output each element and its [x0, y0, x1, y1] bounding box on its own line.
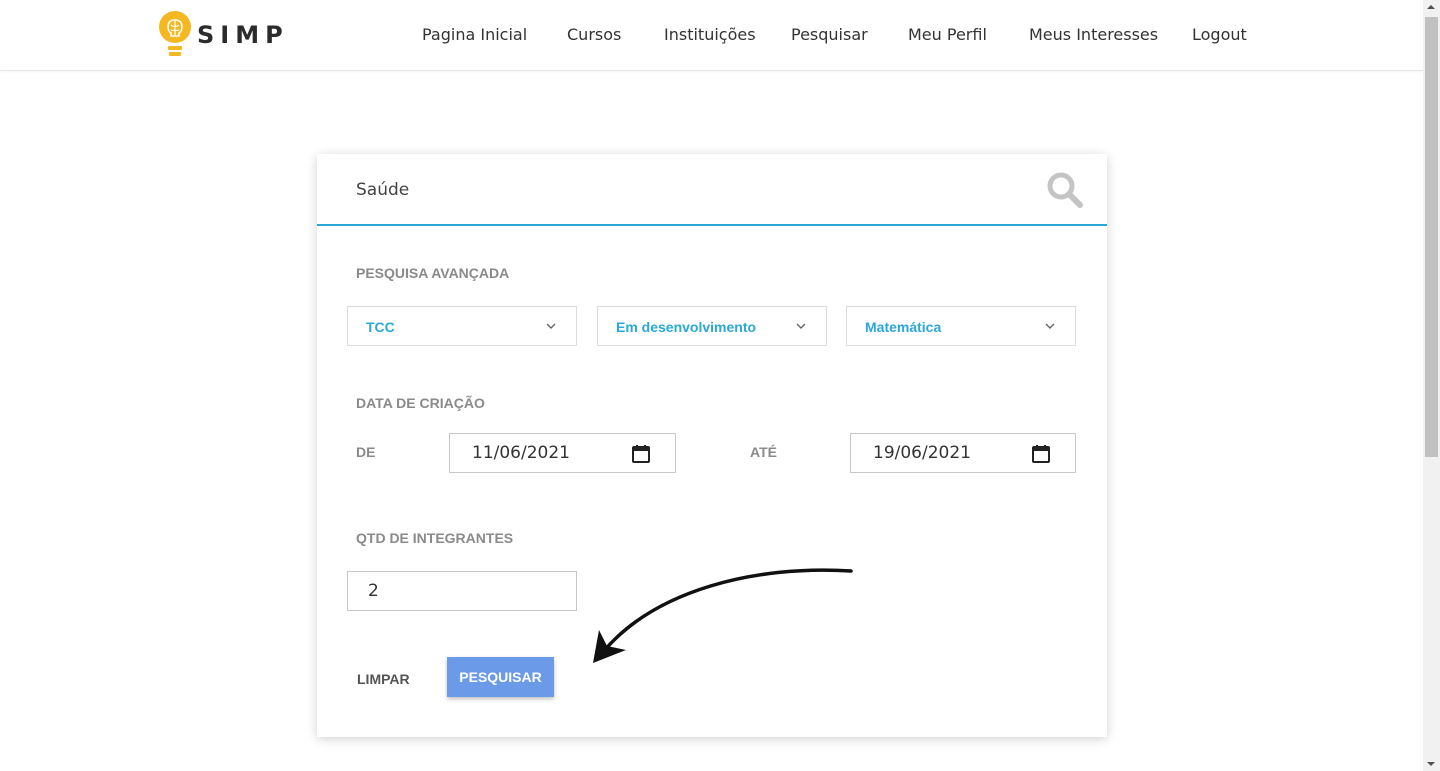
scroll-thumb[interactable]	[1425, 17, 1438, 457]
date-from-value: 11/06/2021	[472, 443, 570, 463]
search-icon[interactable]	[1045, 170, 1085, 210]
nav-pagina-inicial[interactable]: Pagina Inicial	[422, 25, 527, 44]
nav-logout[interactable]: Logout	[1192, 25, 1247, 44]
type-select-value: TCC	[366, 319, 395, 335]
date-to-value: 19/06/2021	[873, 443, 971, 463]
members-value: 2	[368, 581, 379, 601]
annotation-arrow-icon	[593, 568, 853, 663]
top-header: SIMP Pagina Inicial Cursos Instituições …	[0, 0, 1423, 71]
logo-text: SIMP	[197, 21, 289, 49]
status-select[interactable]: Em desenvolvimento	[597, 306, 827, 346]
nav-meu-perfil[interactable]: Meu Perfil	[908, 25, 987, 44]
chevron-down-icon	[796, 323, 806, 329]
page-scrollbar[interactable]	[1423, 0, 1440, 771]
search-button[interactable]: PESQUISAR	[447, 657, 554, 697]
date-from-input[interactable]: 11/06/2021	[449, 433, 676, 473]
calendar-icon[interactable]	[631, 444, 651, 464]
scroll-down-arrow-icon[interactable]	[1427, 762, 1435, 766]
type-select[interactable]: TCC	[347, 306, 577, 346]
nav-instituicoes[interactable]: Instituições	[664, 25, 756, 44]
calendar-icon[interactable]	[1031, 444, 1051, 464]
nav-meus-interesses[interactable]: Meus Interesses	[1029, 25, 1158, 44]
members-title: QTD DE INTEGRANTES	[356, 530, 514, 546]
lightbulb-brain-icon	[159, 11, 191, 56]
search-input[interactable]	[356, 176, 1016, 204]
nav-pesquisar[interactable]: Pesquisar	[791, 25, 868, 44]
date-to-label: ATÉ	[750, 444, 777, 460]
date-from-label: DE	[356, 444, 376, 460]
advanced-search-title: PESQUISA AVANÇADA	[356, 265, 510, 281]
chevron-down-icon	[546, 323, 556, 329]
logo[interactable]: SIMP	[157, 10, 289, 60]
scroll-up-arrow-icon[interactable]	[1427, 5, 1435, 9]
date-to-input[interactable]: 19/06/2021	[850, 433, 1076, 473]
clear-button[interactable]: LIMPAR	[357, 669, 410, 689]
members-input[interactable]: 2	[347, 571, 577, 611]
chevron-down-icon	[1045, 323, 1055, 329]
creation-date-title: DATA DE CRIAÇÃO	[356, 395, 485, 411]
nav-cursos[interactable]: Cursos	[567, 25, 621, 44]
area-select[interactable]: Matemática	[846, 306, 1076, 346]
search-bar	[317, 154, 1107, 226]
status-select-value: Em desenvolvimento	[616, 319, 757, 335]
area-select-value: Matemática	[865, 319, 942, 335]
